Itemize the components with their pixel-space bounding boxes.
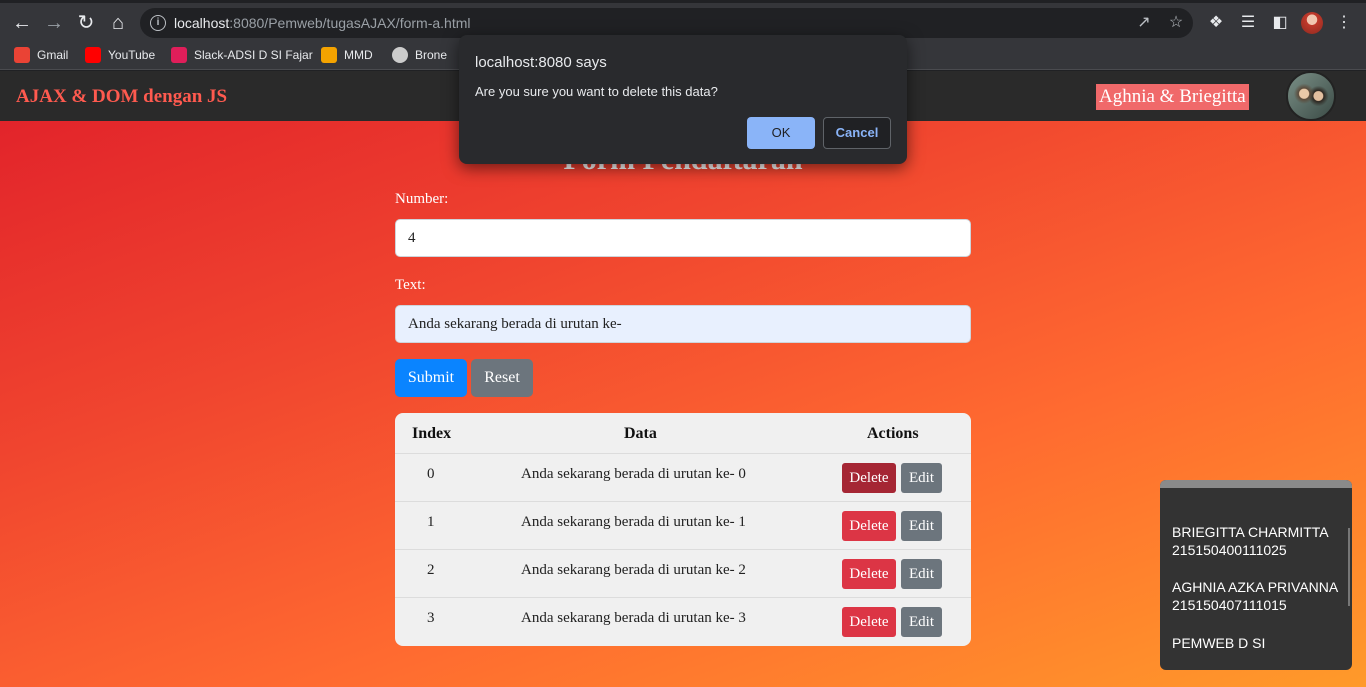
browser-toolbar: ← → ↻ ⌂ i localhost:8080/Pemweb/tugasAJA…: [0, 0, 1366, 40]
bookmark-label: MMD: [344, 48, 373, 62]
bookmark-gmail[interactable]: Gmail: [14, 45, 68, 65]
authors-photo: [1286, 71, 1336, 121]
profile-avatar[interactable]: [1301, 12, 1323, 34]
back-arrow-icon[interactable]: ←: [10, 11, 34, 35]
reload-icon[interactable]: ↻: [74, 11, 98, 35]
bookmark-label: Gmail: [37, 48, 69, 62]
bookmark-youtube[interactable]: YouTube: [85, 45, 155, 65]
more-menu-icon[interactable]: ⋮: [1332, 11, 1356, 35]
number-input[interactable]: 4: [395, 219, 971, 257]
table-row: 3 Anda sekarang berada di urutan ke- 3 D…: [395, 597, 971, 645]
person1-name: BRIEGITTA CHARMITTA: [1172, 524, 1329, 540]
bookmark-brone[interactable]: Brone: [392, 45, 447, 65]
forward-arrow-icon[interactable]: →: [42, 11, 66, 35]
edit-button[interactable]: Edit: [901, 607, 942, 637]
extensions-puzzle-icon[interactable]: ❖: [1204, 11, 1228, 35]
bookmark-label: YouTube: [108, 48, 156, 62]
row-data: Anda sekarang berada di urutan ke- 3: [521, 610, 746, 626]
url-path: :8080/Pemweb/tugasAJAX/form-a.html: [229, 15, 471, 31]
table-row: 0 Anda sekarang berada di urutan ke- 0 D…: [395, 453, 971, 501]
person1-id: 215150400111025: [1172, 542, 1287, 558]
row-data: Anda sekarang berada di urutan ke- 2: [521, 562, 746, 578]
row-index: 1: [427, 514, 435, 530]
row-index: 0: [427, 466, 435, 482]
header-data: Data: [624, 425, 657, 442]
address-bar[interactable]: i localhost:8080/Pemweb/tugasAJAX/form-a…: [140, 8, 1193, 38]
text-label: Text:: [395, 277, 426, 293]
edit-button[interactable]: Edit: [901, 463, 942, 493]
youtube-icon: [85, 47, 101, 63]
submit-button[interactable]: Submit: [395, 359, 467, 397]
authors-badge: Aghnia & Briegitta: [1096, 84, 1249, 110]
row-index: 2: [427, 562, 435, 578]
row-index: 3: [427, 610, 435, 626]
slack-icon: [171, 47, 187, 63]
delete-button[interactable]: Delete: [842, 607, 896, 637]
bookmark-label: Brone: [415, 48, 448, 62]
side-panel-icon[interactable]: ◧: [1268, 11, 1292, 35]
class-name: PEMWEB D SI: [1172, 635, 1266, 651]
gmail-icon: [14, 47, 30, 63]
row-data: Anda sekarang berada di urutan ke- 0: [521, 466, 746, 482]
site-title: AJAX & DOM dengan JS: [16, 86, 228, 107]
data-table: Index Data Actions 0 Anda sekarang berad…: [395, 413, 971, 646]
row-data: Anda sekarang berada di urutan ke- 1: [521, 514, 746, 530]
reset-button[interactable]: Reset: [471, 359, 533, 397]
delete-button[interactable]: Delete: [842, 559, 896, 589]
dialog-message: Are you sure you want to delete this dat…: [475, 84, 718, 99]
text-input[interactable]: Anda sekarang berada di urutan ke-: [395, 305, 971, 343]
ok-button[interactable]: OK: [747, 117, 815, 149]
delete-button[interactable]: Delete: [842, 511, 896, 541]
url-host: localhost: [174, 15, 230, 31]
edit-button[interactable]: Edit: [901, 559, 942, 589]
person2-name: AGHNIA AZKA PRIVANNA: [1172, 579, 1339, 595]
table-row: 2 Anda sekarang berada di urutan ke- 2 D…: [395, 549, 971, 597]
info-panel-header: [1160, 480, 1352, 488]
url-text: localhost:8080/Pemweb/tugasAJAX/form-a.h…: [174, 15, 471, 31]
dialog-title: localhost:8080 says: [475, 54, 607, 71]
person2-id: 215150407111015: [1172, 597, 1287, 613]
table-row: 1 Anda sekarang berada di urutan ke- 1 D…: [395, 501, 971, 549]
bookmark-slack[interactable]: Slack-ADSI D SI Fajar: [171, 45, 313, 65]
mmd-icon: [321, 47, 337, 63]
bookmark-star-icon[interactable]: ☆: [1166, 13, 1186, 33]
site-info-icon[interactable]: i: [150, 15, 166, 31]
cancel-button[interactable]: Cancel: [823, 117, 891, 149]
home-icon[interactable]: ⌂: [106, 11, 130, 35]
header-actions: Actions: [867, 425, 919, 442]
edit-button[interactable]: Edit: [901, 511, 942, 541]
number-label: Number:: [395, 191, 449, 207]
header-index: Index: [412, 425, 452, 442]
info-scrollbar[interactable]: [1348, 528, 1350, 606]
bookmark-label: Slack-ADSI D SI Fajar: [194, 48, 313, 62]
confirm-dialog: localhost:8080 says Are you sure you wan…: [459, 35, 907, 164]
info-panel: BRIEGITTA CHARMITTA 215150400111025 AGHN…: [1160, 480, 1352, 670]
brone-icon: [392, 47, 408, 63]
bookmark-mmd[interactable]: MMD: [321, 45, 373, 65]
delete-button[interactable]: Delete: [842, 463, 896, 493]
media-queue-icon[interactable]: ☰: [1236, 11, 1260, 35]
share-icon[interactable]: ↗: [1134, 13, 1154, 33]
